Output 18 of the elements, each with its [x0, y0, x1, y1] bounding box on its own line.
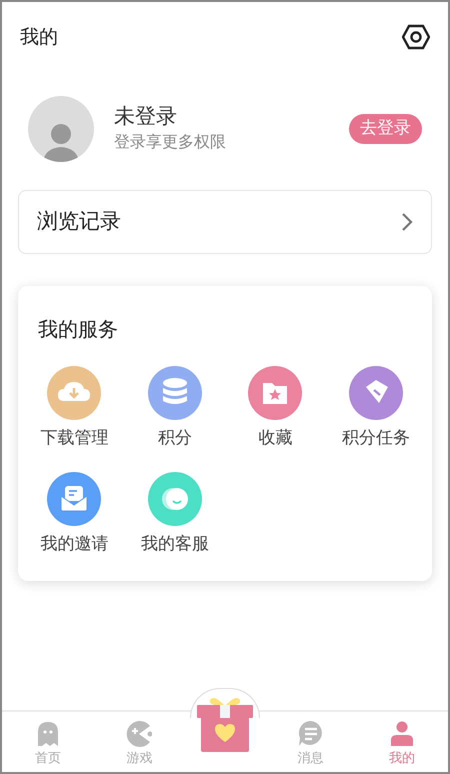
- history-label: 浏览记录: [37, 208, 121, 236]
- service-item[interactable]: 积分: [124, 366, 225, 452]
- service-item[interactable]: 收藏: [225, 366, 326, 452]
- message-icon: [298, 720, 324, 746]
- person-icon: [389, 720, 416, 746]
- user-name: 未登录: [114, 104, 178, 130]
- page-title: 我的: [20, 24, 58, 50]
- service-item[interactable]: 我的客服: [124, 472, 225, 557]
- service-item[interactable]: 积分任务: [326, 366, 426, 452]
- section-title: 我的服务: [37, 316, 119, 343]
- login-hint: 登录享更多权限: [114, 130, 227, 153]
- gamepad-icon: [126, 720, 152, 746]
- history-row[interactable]: 浏览记录: [18, 190, 432, 254]
- service-item[interactable]: 我的邀请: [24, 472, 124, 557]
- chevron-icon: [401, 212, 413, 232]
- settings-icon: [402, 24, 430, 50]
- settings-button[interactable]: [402, 24, 430, 50]
- service-item[interactable]: 下载管理: [24, 366, 124, 452]
